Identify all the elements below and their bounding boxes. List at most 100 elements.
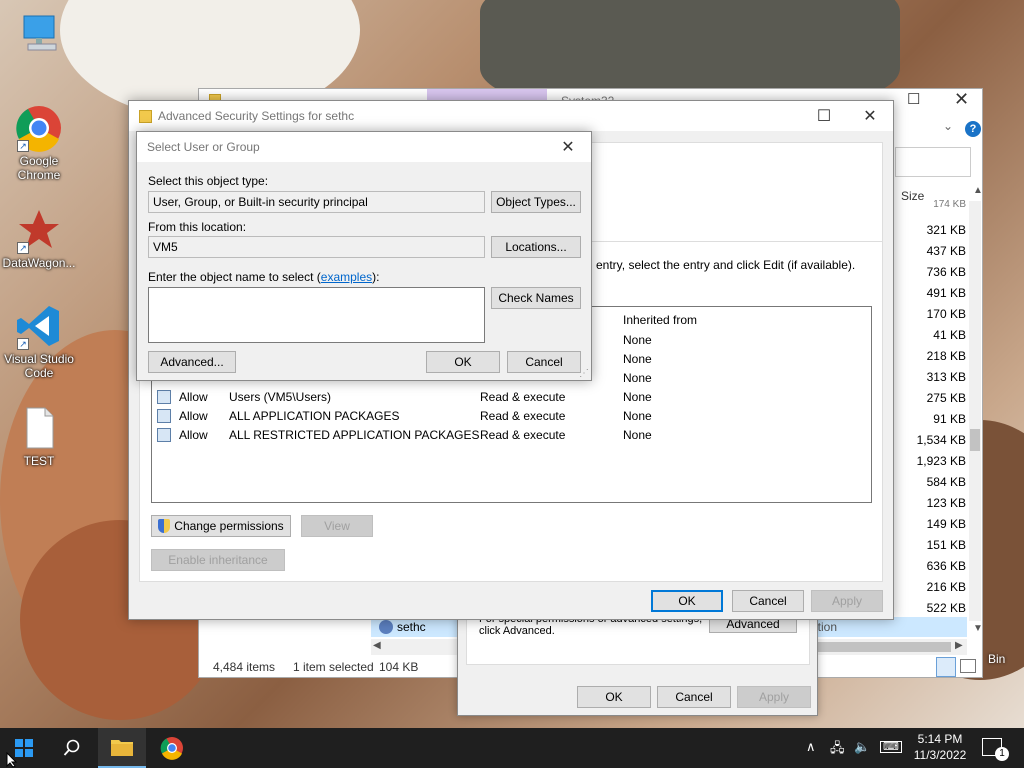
- advsec-hint-text: entry, select the entry and click Edit (…: [596, 258, 856, 272]
- properties-ok-button[interactable]: OK: [577, 686, 651, 708]
- permission-entry-row[interactable]: Allow Users (VM5\Users) Read & execute None: [152, 388, 871, 407]
- check-names-button[interactable]: Check Names: [491, 287, 581, 309]
- select-ok-button[interactable]: OK: [426, 351, 500, 373]
- close-icon[interactable]: ✕: [954, 89, 969, 110]
- permission-entry-row[interactable]: Allow ALL APPLICATION PACKAGES Read & exec…: [152, 407, 871, 426]
- scroll-right-icon[interactable]: ▶: [955, 640, 963, 651]
- desktop-icon-datawagon[interactable]: ↗ DataWagon...: [1, 206, 77, 270]
- examples-link[interactable]: examples: [321, 270, 372, 284]
- view-button[interactable]: View: [301, 515, 373, 537]
- locations-button[interactable]: Locations...: [491, 236, 581, 258]
- properties-apply-button[interactable]: Apply: [737, 686, 811, 708]
- taskbar-chrome[interactable]: [148, 728, 196, 768]
- file-size-cell: 1,923 KB: [916, 454, 966, 468]
- scroll-left-icon[interactable]: ◀: [373, 640, 381, 651]
- advsec-titlebar: Advanced Security Settings for sethc ☐ ✕: [129, 101, 893, 131]
- file-size-cell: 584 KB: [926, 475, 966, 489]
- maximize-icon[interactable]: ☐: [801, 101, 847, 131]
- status-selected-size: 104 KB: [379, 660, 419, 674]
- search-input[interactable]: [895, 147, 971, 177]
- uac-shield-icon: [158, 519, 171, 533]
- file-size-cell: 216 KB: [926, 580, 966, 594]
- chrome-icon: [160, 737, 183, 760]
- entry-inherited-from: None: [623, 409, 652, 423]
- file-properties-window: For special permissions or advanced sett…: [457, 612, 818, 716]
- scroll-down-icon[interactable]: ▼: [973, 623, 983, 634]
- select-user-or-group-dialog: Select User or Group ✕ Select this objec…: [136, 131, 592, 381]
- text-file-icon: [15, 404, 63, 452]
- scroll-up-icon[interactable]: ▲: [973, 185, 983, 196]
- entry-principal: ALL APPLICATION PACKAGES: [229, 409, 400, 423]
- notification-count-badge: 1: [995, 747, 1009, 761]
- permission-entry-row[interactable]: Allow ALL RESTRICTED APPLICATION PACKAGES…: [152, 426, 871, 445]
- maximize-icon[interactable]: ☐: [907, 90, 920, 108]
- file-size-cell: 149 KB: [926, 517, 966, 531]
- desktop-icon-label: TEST: [23, 454, 55, 468]
- entry-inherited-from: None: [623, 390, 652, 404]
- entry-type: Allow: [179, 409, 208, 423]
- file-size-cell: 275 KB: [926, 391, 966, 405]
- status-selected-count: 1 item selected: [293, 660, 374, 674]
- network-icon[interactable]: 🖧: [830, 739, 845, 761]
- vscode-icon: ↗: [15, 302, 63, 350]
- selected-file-name: sethc: [397, 620, 426, 634]
- close-icon[interactable]: ✕: [847, 101, 893, 131]
- desktop-icon-label: Visual Studio Code: [4, 352, 74, 380]
- desktop-icon-google-chrome[interactable]: ↗ Google Chrome: [1, 104, 77, 182]
- vertical-scrollbar[interactable]: [969, 201, 981, 621]
- help-icon[interactable]: ?: [965, 121, 981, 137]
- volume-icon[interactable]: 🔈: [854, 739, 870, 755]
- desktop-icon-label: DataWagon...: [2, 256, 76, 270]
- select-dialog-title: Select User or Group: [147, 140, 260, 154]
- scrollbar-thumb[interactable]: [970, 429, 980, 451]
- file-size-cell: 151 KB: [926, 538, 966, 552]
- enable-inheritance-button[interactable]: Enable inheritance: [151, 549, 285, 571]
- search-button[interactable]: [48, 728, 96, 768]
- file-size-cell: 313 KB: [926, 370, 966, 384]
- clock-time: 5:14 PM: [917, 732, 963, 746]
- clock[interactable]: 5:14 PM 11/3/2022: [910, 731, 970, 763]
- desktop-icon-label: Google Chrome: [17, 154, 61, 182]
- resize-grip-icon[interactable]: ⋰: [579, 368, 589, 379]
- desktop-icon-this-pc[interactable]: [2, 10, 78, 60]
- entry-inherited-from: None: [623, 371, 652, 385]
- file-size-cell: 636 KB: [926, 559, 966, 573]
- object-types-button[interactable]: Object Types...: [491, 191, 581, 213]
- advsec-ok-button[interactable]: OK: [651, 590, 723, 612]
- chevron-down-icon[interactable]: ⌄: [943, 119, 953, 133]
- object-name-label: Enter the object name to select (example…: [148, 270, 379, 284]
- status-item-count: 4,484 items: [213, 660, 276, 674]
- file-size-cell: 170 KB: [926, 307, 966, 321]
- notification-center-icon[interactable]: 1: [982, 738, 1009, 761]
- properties-cancel-button[interactable]: Cancel: [657, 686, 731, 708]
- h-scrollbar-thumb[interactable]: [811, 642, 951, 652]
- large-icons-view-icon[interactable]: [960, 659, 976, 673]
- select-advanced-button[interactable]: Advanced...: [148, 351, 236, 373]
- taskbar-file-explorer[interactable]: [98, 728, 146, 768]
- package-icon: [157, 409, 171, 423]
- entry-principal: ALL RESTRICTED APPLICATION PACKAGES: [229, 428, 480, 442]
- object-name-label-text: Enter the object name to select (: [148, 270, 321, 284]
- object-type-label: Select this object type:: [148, 174, 269, 188]
- entry-access: Read & execute: [480, 409, 566, 423]
- chrome-icon: ↗: [15, 104, 63, 152]
- advsec-cancel-button[interactable]: Cancel: [732, 590, 804, 612]
- location-label: From this location:: [148, 220, 247, 234]
- chevron-up-icon[interactable]: ∧: [806, 739, 816, 755]
- inherited-from-header[interactable]: Inherited from: [623, 313, 697, 327]
- close-icon[interactable]: ✕: [545, 132, 591, 162]
- taskbar: ∧ 🖧 🔈 ⌨ 5:14 PM 11/3/2022 1: [0, 728, 1024, 768]
- select-cancel-button[interactable]: Cancel: [507, 351, 581, 373]
- entry-access: Read & execute: [480, 428, 566, 442]
- change-permissions-button[interactable]: Change permissions: [151, 515, 291, 537]
- advsec-apply-button[interactable]: Apply: [811, 590, 883, 612]
- file-size-cell: 123 KB: [926, 496, 966, 510]
- desktop-icon-test[interactable]: TEST: [1, 404, 77, 468]
- keyboard-icon[interactable]: ⌨: [880, 741, 902, 753]
- object-name-textarea[interactable]: [148, 287, 485, 343]
- entry-inherited-from: None: [623, 333, 652, 347]
- file-size-cell: 491 KB: [926, 286, 966, 300]
- details-view-icon[interactable]: [936, 657, 956, 677]
- package-icon: [157, 428, 171, 442]
- desktop-icon-vscode[interactable]: ↗ Visual Studio Code: [1, 302, 77, 380]
